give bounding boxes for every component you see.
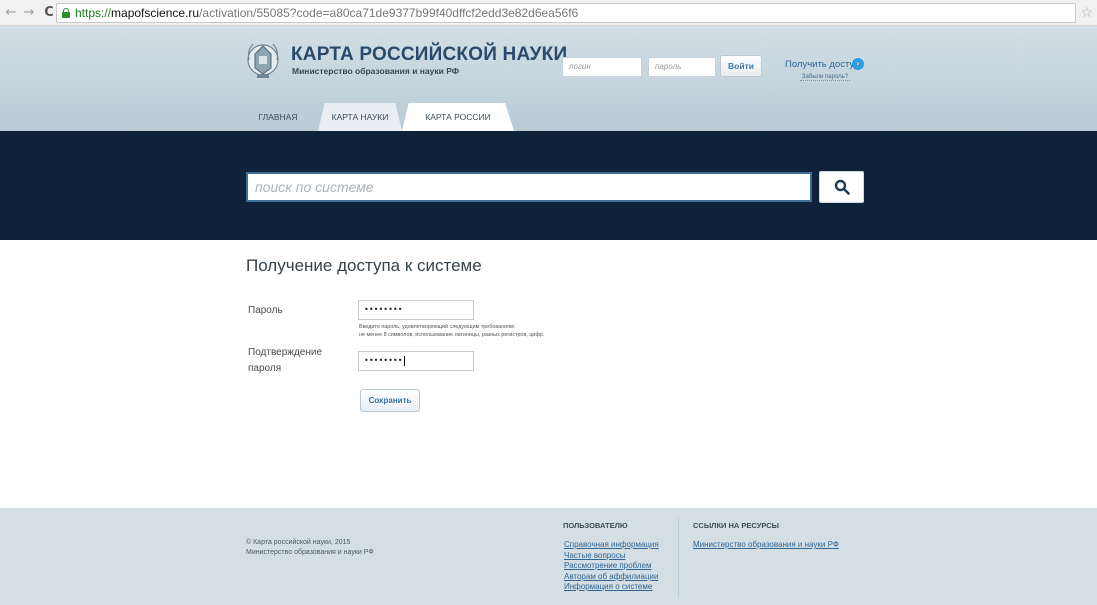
footer-users-heading: ПОЛЬЗОВАТЕЛЮ (563, 521, 628, 530)
header-divider (773, 54, 774, 94)
forward-arrow-icon[interactable]: → (22, 5, 36, 20)
site-title: КАРТА РОССИЙСКОЙ НАУКИ (291, 44, 568, 65)
url-path: /activation/55085?code=a80ca71de9377b99f… (199, 6, 579, 20)
password-hint: Введите пароль, удовлетворяющий следующи… (359, 323, 544, 339)
tab-science-map[interactable]: КАРТА НАУКИ (318, 103, 402, 131)
back-arrow-icon[interactable]: ← (4, 5, 18, 20)
login-input[interactable]: логин (562, 57, 642, 77)
lock-icon (61, 8, 71, 18)
address-bar[interactable]: https://mapofscience.ru/activation/55085… (56, 3, 1076, 23)
site-header: КАРТА РОССИЙСКОЙ НАУКИ Министерство обра… (0, 26, 1097, 131)
password-label: Пароль (248, 305, 283, 316)
confirm-password-value: •••••••• (364, 356, 403, 365)
emblem-icon (247, 43, 279, 78)
url-protocol: https:// (75, 6, 112, 20)
get-access-link[interactable]: Получить доступ (785, 59, 859, 70)
tab-main[interactable]: ГЛАВНАЯ (240, 103, 316, 131)
tab-russia-map[interactable]: КАРТА РОССИИ (402, 103, 514, 131)
page-title: Получение доступа к системе (246, 256, 482, 275)
password-field[interactable]: •••••••• (358, 300, 474, 320)
site-footer: © Карта российской науки, 2015 Министерс… (0, 508, 1097, 605)
confirm-label-line-1: Подтверждение (248, 347, 323, 358)
reload-icon[interactable]: C (42, 5, 56, 20)
forgot-password-link[interactable]: Забыли пароль? (800, 74, 850, 81)
login-placeholder: логин (569, 62, 591, 71)
url-host: mapofscience.ru (111, 6, 200, 20)
footer-link-reference[interactable]: Справочная информация (564, 540, 659, 551)
hint-line-1: Введите пароль, удовлетворяющий следующи… (359, 324, 516, 330)
footer-link-problems[interactable]: Рассмотрение проблем (564, 561, 659, 572)
confirm-label-line-2: пароля (248, 363, 282, 374)
footer-link-ministry[interactable]: Министерство образования и науки РФ (693, 540, 839, 549)
search-button[interactable] (819, 171, 864, 203)
arrow-right-icon[interactable]: › (852, 58, 864, 70)
hint-line-2: не менее 8 символов, использование латин… (359, 332, 545, 338)
password-value: •••••••• (364, 305, 403, 314)
footer-link-about[interactable]: Информация о системе (564, 582, 659, 593)
confirm-password-field[interactable]: •••••••• (358, 351, 474, 371)
footer-link-affiliation[interactable]: Авторам об аффилиации (564, 572, 659, 583)
footer-resources-heading: ССЫЛКИ НА РЕСУРСЫ (693, 521, 779, 530)
text-caret (403, 355, 405, 366)
search-band: поиск по системе (0, 131, 1097, 240)
footer-users-links: Справочная информация Частые вопросы Рас… (564, 540, 659, 593)
search-placeholder: поиск по системе (255, 179, 374, 195)
footer-resources-links: Министерство образования и науки РФ (693, 540, 839, 549)
copyright-line-2: Министерство образования и науки РФ (246, 549, 374, 556)
bookmark-star-icon[interactable]: ☆ (1080, 5, 1093, 21)
browser-toolbar: ← → C https://mapofscience.ru/activation… (0, 0, 1097, 26)
header-password-input[interactable]: пароль (648, 57, 716, 77)
footer-link-faq[interactable]: Частые вопросы (564, 551, 659, 562)
footer-divider (678, 518, 679, 598)
password-placeholder: пароль (655, 62, 682, 71)
login-button[interactable]: Войти (720, 55, 762, 77)
copyright: © Карта российской науки, 2015 Министерс… (246, 538, 374, 558)
copyright-line-1: © Карта российской науки, 2015 (246, 539, 351, 546)
site-subtitle: Министерство образования и науки РФ (292, 66, 460, 76)
search-input[interactable]: поиск по системе (246, 172, 812, 202)
search-icon (834, 179, 850, 195)
save-button[interactable]: Сохранить (360, 389, 420, 412)
confirm-password-label: Подтверждение пароля (248, 346, 322, 376)
